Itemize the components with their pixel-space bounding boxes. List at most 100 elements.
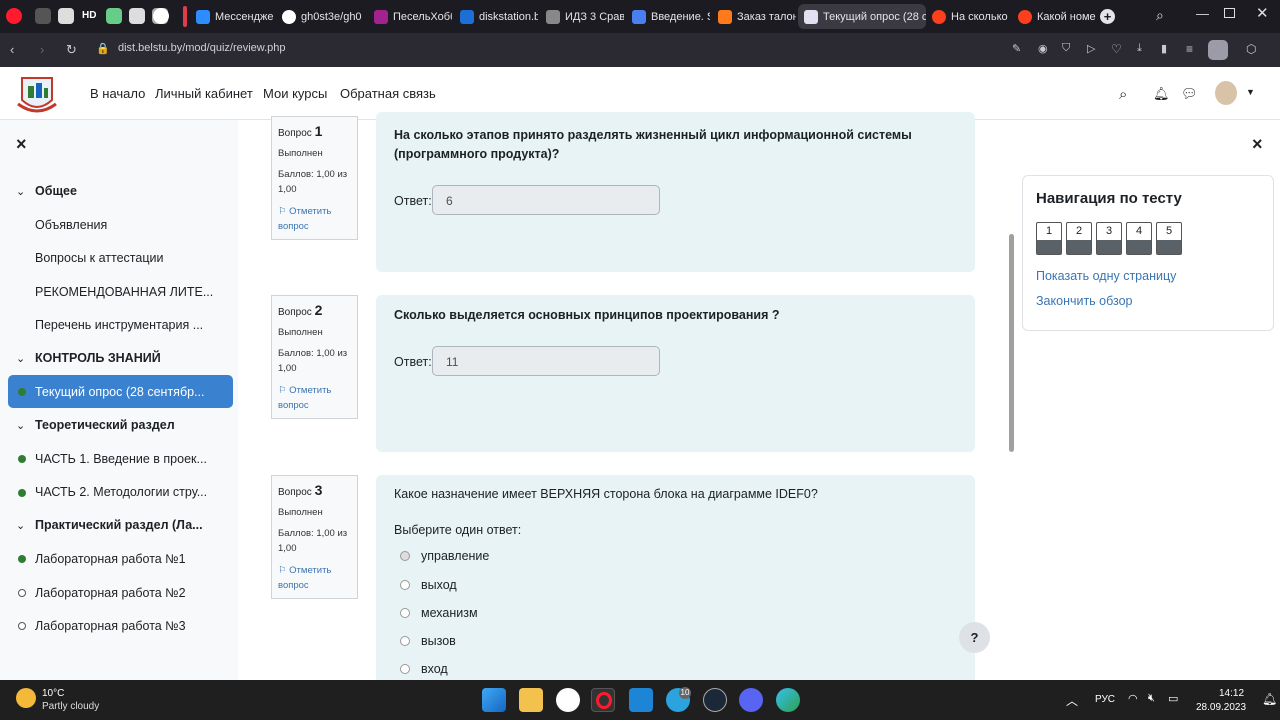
- section-theory[interactable]: Теоретический раздел: [35, 418, 175, 432]
- drawer-item-current-quiz[interactable]: Текущий опрос (28 сентябр...: [35, 385, 204, 399]
- nav-dashboard[interactable]: Личный кабинет: [155, 86, 253, 101]
- tab-icon[interactable]: [106, 8, 122, 24]
- section-practice[interactable]: Практический раздел (Ла...: [35, 518, 203, 532]
- mute-icon[interactable]: 🔇︎: [1148, 692, 1155, 705]
- radio-option[interactable]: [400, 580, 410, 590]
- weather-desc[interactable]: Partly cloudy: [42, 701, 99, 712]
- edit-icon[interactable]: ✎: [1012, 42, 1021, 55]
- wifi-icon[interactable]: ◠: [1128, 692, 1138, 705]
- flag-question-link[interactable]: ⚐ Отметить вопрос: [278, 204, 331, 234]
- tab-messenger[interactable]: Мессенджер: [190, 4, 274, 29]
- tray-chevron-icon[interactable]: ︿: [1066, 692, 1078, 709]
- nav-feedback[interactable]: Обратная связь: [340, 86, 436, 101]
- quiz-nav-button[interactable]: 2: [1066, 222, 1092, 255]
- play-icon[interactable]: ▷: [1087, 42, 1095, 55]
- tab-diskstation[interactable]: diskstation.b: [454, 4, 538, 29]
- tab-current-quiz[interactable]: Текущий опрос (28 се: [798, 4, 926, 29]
- shield-icon[interactable]: ⛉: [1062, 42, 1070, 55]
- battery-icon[interactable]: ▭: [1168, 692, 1178, 705]
- close-block-drawer-icon[interactable]: ×: [1252, 134, 1263, 155]
- chevron-down-icon[interactable]: ⌄: [16, 419, 25, 432]
- reload-icon[interactable]: ↻: [66, 42, 77, 58]
- sidebar-toggle-icon[interactable]: ▮: [1161, 42, 1167, 55]
- quiz-nav-button[interactable]: 1: [1036, 222, 1062, 255]
- search-tabs-icon[interactable]: ⌕: [1156, 7, 1164, 24]
- heart-icon[interactable]: ♡: [1111, 42, 1122, 56]
- radio-option[interactable]: [400, 636, 410, 646]
- flag-question-link[interactable]: ⚐ Отметить вопрос: [278, 563, 331, 593]
- chevron-down-icon[interactable]: ⌄: [16, 185, 25, 198]
- answer-field[interactable]: 11: [432, 346, 660, 376]
- camera-icon[interactable]: ◉: [1038, 42, 1048, 55]
- quiz-nav-button[interactable]: 4: [1126, 222, 1152, 255]
- weather-icon[interactable]: [16, 688, 36, 708]
- drawer-item-lab1[interactable]: Лабораторная работа №1: [35, 552, 186, 566]
- discord-icon[interactable]: [739, 688, 763, 712]
- chevron-down-icon[interactable]: ▼: [1246, 87, 1255, 97]
- drawer-item-part1[interactable]: ЧАСТЬ 1. Введение в проек...: [35, 452, 207, 466]
- github-icon[interactable]: [153, 8, 169, 24]
- chevron-down-icon[interactable]: ⌄: [16, 352, 25, 365]
- radio-option[interactable]: [400, 664, 410, 674]
- bell-icon[interactable]: 🔔︎: [1153, 86, 1170, 102]
- show-one-page-link[interactable]: Показать одну страницу: [1036, 269, 1176, 283]
- start-icon[interactable]: [482, 688, 506, 712]
- steam-icon[interactable]: [703, 688, 727, 712]
- radio-option[interactable]: [400, 551, 410, 561]
- tab-wildberries[interactable]: ПесельХобб: [368, 4, 452, 29]
- close-drawer-icon[interactable]: ×: [16, 134, 27, 155]
- close-window-icon[interactable]: ✕: [1256, 4, 1269, 22]
- edge-icon[interactable]: [776, 688, 800, 712]
- file-explorer-icon[interactable]: [519, 688, 543, 712]
- profile-icon[interactable]: [1208, 40, 1228, 60]
- app-icon[interactable]: [556, 688, 580, 712]
- page-scrollbar[interactable]: [1009, 234, 1014, 452]
- drawer-item-lab2[interactable]: Лабораторная работа №2: [35, 586, 186, 600]
- url-text[interactable]: dist.belstu.by/mod/quiz/review.php: [118, 42, 286, 54]
- doc-icon[interactable]: [129, 8, 145, 24]
- tab-order[interactable]: Заказ талона: [712, 4, 796, 29]
- restore-icon[interactable]: [1224, 8, 1235, 18]
- clock-time[interactable]: 14:12: [1219, 688, 1244, 699]
- avatar[interactable]: [1215, 81, 1237, 105]
- new-tab-button[interactable]: +: [1100, 9, 1115, 24]
- answer-field[interactable]: 6: [432, 185, 660, 215]
- weather-temp[interactable]: 10°C: [42, 688, 64, 699]
- tab-intro[interactable]: Введение. SC: [626, 4, 710, 29]
- quiz-nav-button[interactable]: 5: [1156, 222, 1182, 255]
- drawer-item-literature[interactable]: РЕКОМЕНДОВАННАЯ ЛИТЕ...: [35, 285, 213, 299]
- chevron-down-icon[interactable]: ⌄: [16, 519, 25, 532]
- site-logo[interactable]: [14, 74, 60, 116]
- messages-icon[interactable]: 💬︎: [1181, 86, 1198, 102]
- section-knowledge-control[interactable]: КОНТРОЛЬ ЗНАНИЙ: [35, 351, 161, 365]
- download-icon[interactable]: ⤓: [1137, 42, 1142, 55]
- vscode-icon[interactable]: [629, 688, 653, 712]
- radio-option[interactable]: [400, 608, 410, 618]
- drawer-item-part2[interactable]: ЧАСТЬ 2. Методологии стру...: [35, 485, 207, 499]
- forward-icon[interactable]: ›: [40, 42, 44, 57]
- tab-yandex-1[interactable]: На сколько э: [926, 4, 1010, 29]
- finish-review-link[interactable]: Закончить обзор: [1036, 294, 1133, 308]
- search-icon[interactable]: ⌕: [1119, 86, 1127, 103]
- hd-icon[interactable]: HD: [82, 10, 98, 26]
- drawer-item-announcements[interactable]: Объявления: [35, 218, 107, 232]
- language-indicator[interactable]: РУС: [1095, 694, 1115, 705]
- tab-idz[interactable]: ИДЗ 3 Сравн: [540, 4, 624, 29]
- drawer-item-attestation[interactable]: Вопросы к аттестации: [35, 251, 163, 265]
- notification-bell-icon[interactable]: 🔔︎: [1262, 692, 1277, 706]
- tab-github[interactable]: gh0st3e/gh0: [276, 4, 366, 29]
- help-button[interactable]: ?: [959, 622, 990, 653]
- opera-icon[interactable]: [6, 8, 22, 24]
- clock-date[interactable]: 28.09.2023: [1196, 702, 1246, 713]
- tab-yandex-2[interactable]: Какой номер: [1012, 4, 1096, 29]
- pause-icon[interactable]: [58, 8, 74, 24]
- quiz-nav-button[interactable]: 3: [1096, 222, 1122, 255]
- minimize-icon[interactable]: —: [1196, 6, 1209, 21]
- settings-icon[interactable]: [35, 8, 51, 24]
- section-general[interactable]: Общее: [35, 184, 77, 198]
- drawer-item-tools[interactable]: Перечень инструментария ...: [35, 318, 203, 332]
- back-icon[interactable]: ‹: [10, 42, 14, 57]
- nav-my-courses[interactable]: Мои курсы: [263, 86, 327, 101]
- nav-home[interactable]: В начало: [90, 86, 145, 101]
- flag-question-link[interactable]: ⚐ Отметить вопрос: [278, 383, 331, 413]
